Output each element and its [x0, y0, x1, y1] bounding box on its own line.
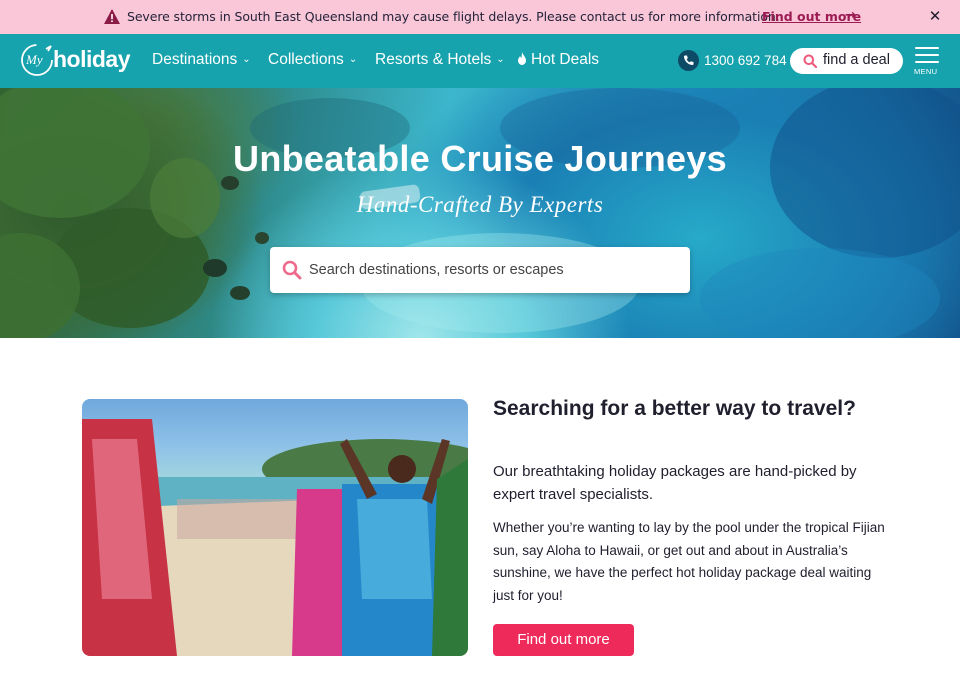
- beach-welcome-photo: [82, 399, 468, 656]
- nav-destinations[interactable]: Destinations ⌄: [152, 51, 251, 69]
- search-input[interactable]: [309, 259, 679, 281]
- hero-search-box[interactable]: [270, 247, 690, 293]
- menu-label: MENU: [914, 67, 938, 76]
- chevron-down-icon: ⌄: [242, 54, 251, 65]
- hero-title: Unbeatable Cruise Journeys: [233, 138, 727, 179]
- phone-number-link[interactable]: 1300 692 784: [704, 53, 787, 68]
- hero-banner: Unbeatable Cruise Journeys Hand-Crafted …: [0, 88, 960, 338]
- menu-bar: [915, 47, 939, 49]
- close-icon[interactable]: ✕: [926, 7, 944, 25]
- find-a-deal-label: find a deal: [823, 52, 890, 68]
- logo-wordmark: holiday: [53, 46, 131, 72]
- photo-illustration: [82, 419, 468, 656]
- nav-collections[interactable]: Collections ⌄: [268, 51, 357, 69]
- nav-label: Collections: [268, 51, 344, 68]
- nav-label: Destinations: [152, 51, 238, 68]
- hero-subtitle: Hand-Crafted By Experts: [356, 192, 604, 217]
- phone-icon[interactable]: [678, 50, 699, 71]
- menu-bar: [915, 61, 939, 63]
- intro-body: Whether you’re wanting to lay by the poo…: [493, 520, 885, 603]
- logo-script: My: [26, 52, 43, 67]
- menu-button[interactable]: MENU: [913, 45, 941, 77]
- alert-message: Severe storms in South East Queensland m…: [127, 9, 780, 24]
- intro-lead: Our breathtaking holiday packages are ha…: [493, 463, 857, 503]
- nav-hot-deals[interactable]: Hot Deals: [517, 51, 599, 69]
- flame-icon: [518, 52, 526, 65]
- chevron-down-icon: ⌄: [348, 54, 358, 65]
- logo[interactable]: My holiday: [20, 43, 131, 79]
- nav-resorts-hotels[interactable]: Resorts & Hotels ⌄: [375, 51, 505, 69]
- menu-bar: [915, 54, 939, 56]
- nav-label: Hot Deals: [531, 51, 600, 68]
- find-out-more-button[interactable]: Find out more: [493, 624, 634, 656]
- chevron-down-icon: ⌄: [496, 54, 505, 65]
- search-icon: [803, 54, 817, 68]
- find-a-deal-button[interactable]: find a deal: [790, 48, 903, 74]
- alert-banner: Severe storms in South East Queensland m…: [0, 0, 960, 34]
- phone-glyph-icon: [684, 55, 694, 65]
- warning-triangle-icon: [104, 9, 120, 24]
- arrow-right-icon[interactable]: →: [845, 8, 856, 23]
- search-icon: [282, 260, 302, 280]
- intro-title: Searching for a better way to travel?: [493, 397, 856, 420]
- site-header: My holiday Destinations ⌄ Collections ⌄ Re…: [0, 34, 960, 88]
- nav-label: Resorts & Hotels: [375, 51, 492, 68]
